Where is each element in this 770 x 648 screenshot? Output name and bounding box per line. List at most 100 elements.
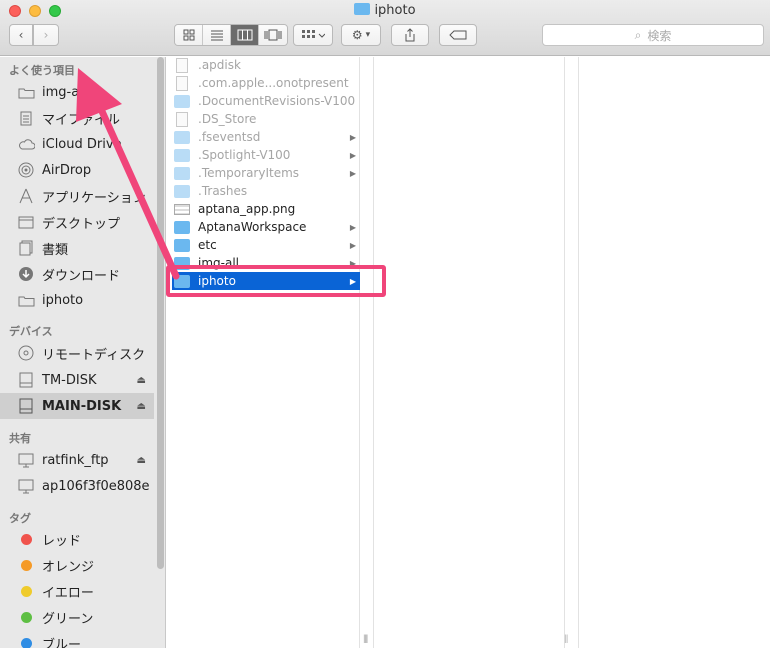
sidebar-scrollbar[interactable] [157, 57, 164, 569]
sidebar-item-my-files[interactable]: マイファイル [0, 105, 154, 131]
disclosure-arrow-icon: ▶ [349, 240, 356, 250]
sidebar-item-label: MAIN-DISK [42, 398, 122, 414]
eject-icon[interactable]: ⏏ [137, 375, 146, 386]
folder-row[interactable]: AptanaWorkspace ▶ [172, 218, 360, 236]
search-field[interactable]: ⌕ 検索 [542, 24, 764, 46]
sidebar-item-main-disk[interactable]: MAIN-DISK ⏏ [0, 393, 154, 419]
column-resize-handle[interactable]: ǁ [364, 634, 368, 644]
folder-icon [174, 148, 190, 162]
folder-row[interactable]: .fseventsd ▶ [172, 128, 360, 146]
search-placeholder: 検索 [647, 28, 672, 43]
window-toolbar: iphoto ‹ › ⚙ ▾ ⌕ 検索 [0, 0, 770, 56]
folder-row[interactable]: .TemporaryItems ▶ [172, 164, 360, 182]
file-row[interactable]: .com.apple...onotpresent [172, 74, 360, 92]
list-view-icon [210, 30, 223, 41]
eject-icon[interactable]: ⏏ [137, 401, 146, 412]
sidebar-tag-blue[interactable]: ブルー [0, 630, 154, 648]
airdrop-icon [17, 161, 35, 179]
sidebar-item-ap106[interactable]: ap106f3f0e808e [0, 473, 154, 499]
download-icon [17, 265, 35, 283]
chevron-left-icon: ‹ [18, 28, 24, 42]
folder-icon [354, 3, 371, 15]
view-mode-segment [174, 24, 288, 46]
column-view-button[interactable] [231, 25, 259, 45]
arrange-button[interactable] [293, 24, 333, 46]
eject-icon[interactable]: ⏏ [137, 455, 146, 466]
chevron-right-icon: › [43, 28, 49, 42]
sidebar-item-label: デスクトップ [42, 216, 121, 232]
tag-icon [449, 30, 467, 40]
sidebar-item-airdrop[interactable]: AirDrop [0, 157, 154, 183]
sidebar-item-label: マイファイル [42, 112, 121, 128]
sidebar-item-label: 書類 [42, 242, 69, 258]
file-name: .DS_Store [198, 112, 257, 126]
sidebar-item-remote-disc[interactable]: リモートディスク [0, 340, 154, 366]
folder-icon [174, 94, 190, 108]
sidebar-item-tm-disk[interactable]: TM-DISK ⏏ [0, 367, 154, 393]
sidebar-header-tags: タグ [9, 512, 31, 525]
sidebar-item-label: ap106f3f0e808e [42, 478, 150, 494]
tag-dot-icon [17, 608, 35, 626]
tag-dot-icon [17, 634, 35, 648]
sidebar-item-label: リモートディスク [42, 347, 146, 363]
coverflow-view-button[interactable] [259, 25, 287, 45]
folder-row[interactable]: etc ▶ [172, 236, 360, 254]
icon-view-button[interactable] [175, 25, 203, 45]
sidebar-item-label: レッド [42, 533, 82, 549]
folder-icon [17, 291, 35, 309]
sidebar: よく使う項目 img-all マイファイル iCloud Drive AirDr… [0, 57, 166, 648]
sidebar-item-desktop[interactable]: デスクトップ [0, 209, 154, 235]
sidebar-item-img-all[interactable]: img-all [0, 79, 154, 105]
sidebar-item-applications[interactable]: アプリケーション [0, 183, 154, 209]
sidebar-item-label: ratfink_ftp [42, 452, 109, 468]
file-name: .apdisk [198, 58, 241, 72]
sidebar-item-downloads[interactable]: ダウンロード [0, 261, 154, 287]
share-icon [405, 28, 415, 42]
disc-icon [17, 344, 35, 362]
sidebar-item-label: グリーン [42, 611, 94, 627]
sidebar-item-ratfink-ftp[interactable]: ratfink_ftp ⏏ [0, 447, 154, 473]
column-3 [578, 57, 770, 648]
file-row[interactable]: aptana_app.png [172, 200, 360, 218]
sidebar-tag-orange[interactable]: オレンジ [0, 552, 154, 578]
chevron-down-icon: ▾ [365, 30, 371, 40]
folder-row[interactable]: .Trashes [172, 182, 360, 200]
tag-button[interactable] [439, 24, 477, 46]
sidebar-header-shared: 共有 [9, 432, 31, 445]
list-view-button[interactable] [203, 25, 231, 45]
sidebar-item-label: イエロー [42, 585, 94, 601]
folder-row[interactable]: .DocumentRevisions-V100 [172, 92, 360, 110]
disclosure-arrow-icon: ▶ [349, 222, 356, 232]
coverflow-view-icon [264, 29, 282, 41]
file-name: .com.apple...onotpresent [198, 76, 349, 90]
sidebar-tag-red[interactable]: レッド [0, 526, 154, 552]
forward-button[interactable]: › [33, 24, 59, 46]
disclosure-arrow-icon: ▶ [349, 168, 356, 178]
file-row[interactable]: .apdisk [172, 56, 360, 74]
sidebar-item-documents[interactable]: 書類 [0, 235, 154, 261]
sidebar-item-label: ダウンロード [42, 268, 121, 284]
sidebar-item-icloud-drive[interactable]: iCloud Drive [0, 131, 154, 157]
icon-view-icon [183, 29, 194, 41]
sidebar-item-label: iCloud Drive [42, 136, 122, 152]
sidebar-tag-yellow[interactable]: イエロー [0, 578, 154, 604]
folder-icon [174, 166, 190, 180]
folder-icon [174, 220, 190, 234]
sidebar-header-devices: デバイス [9, 325, 53, 338]
sidebar-tag-green[interactable]: グリーン [0, 604, 154, 630]
back-button[interactable]: ‹ [9, 24, 33, 46]
disclosure-arrow-icon: ▶ [349, 150, 356, 160]
file-row[interactable]: .DS_Store [172, 110, 360, 128]
sidebar-item-label: AirDrop [42, 162, 92, 178]
folder-icon [174, 130, 190, 144]
folder-row[interactable]: .Spotlight-V100 ▶ [172, 146, 360, 164]
column-resize-handle[interactable]: ǁ [564, 634, 568, 644]
cloud-icon [17, 135, 35, 153]
share-button[interactable] [391, 24, 429, 46]
window-title-text: iphoto [374, 3, 416, 18]
action-button[interactable]: ⚙ ▾ [341, 24, 381, 46]
folder-icon [174, 238, 190, 252]
document-icon [176, 111, 188, 127]
file-name: AptanaWorkspace [198, 220, 307, 234]
sidebar-item-iphoto[interactable]: iphoto [0, 287, 154, 313]
